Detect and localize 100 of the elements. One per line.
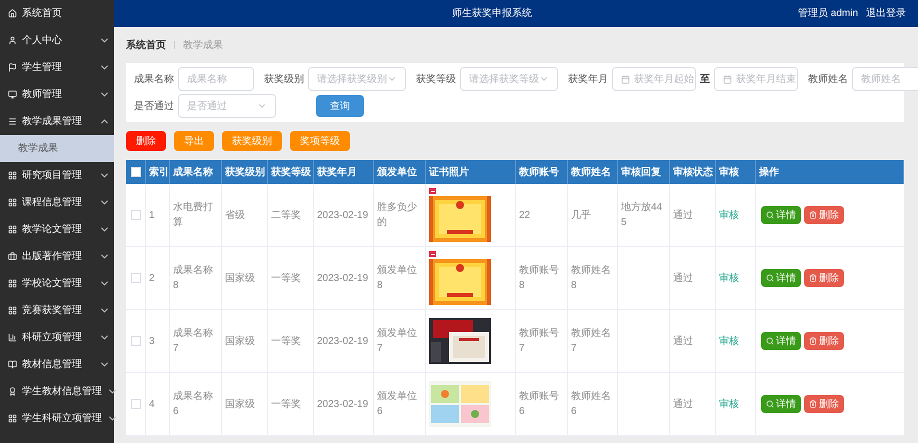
checkbox[interactable] — [130, 167, 140, 177]
checkbox[interactable] — [130, 336, 140, 346]
column-header: 教师账号 — [516, 160, 568, 184]
calendar-icon — [621, 74, 630, 84]
table-cell: 教师账号7 — [516, 310, 568, 372]
trash-icon — [809, 274, 817, 282]
select-field[interactable]: 是否通过 — [178, 94, 276, 118]
table-cell: 国家级 — [222, 247, 268, 309]
table-cell: 胜多负少的 — [374, 184, 426, 246]
table-cell: 通过 — [670, 184, 716, 246]
action-button[interactable]: 奖项等级 — [290, 131, 350, 151]
table-cell: 地方放445 — [618, 184, 670, 246]
table-cell: 一等奖 — [268, 373, 314, 435]
field-label: 成果名称 — [134, 72, 174, 86]
field-label: 教师姓名 — [808, 72, 848, 86]
detail-button[interactable]: 详情 — [761, 269, 801, 287]
trash-icon — [809, 211, 817, 219]
sidebar-item[interactable]: 科研立项管理 — [0, 324, 114, 351]
select-field[interactable]: 请选择获奖等级 — [460, 67, 558, 91]
search-icon — [766, 211, 774, 219]
table-cell: 22 — [516, 184, 568, 246]
detail-button[interactable]: 详情 — [761, 395, 801, 413]
action-button[interactable]: 删除 — [126, 131, 166, 151]
column-header: 获奖级别 — [222, 160, 268, 184]
sidebar-item[interactable]: 竞赛获奖管理 — [0, 297, 114, 324]
input-field[interactable]: 教师姓名 — [852, 67, 918, 91]
delete-button[interactable]: 删除 — [804, 395, 844, 413]
table-cell: 国家级 — [222, 373, 268, 435]
audit-link[interactable]: 审核 — [719, 396, 739, 412]
date-field[interactable]: 获奖年月结束 — [714, 67, 798, 91]
audit-link[interactable]: 审核 — [719, 208, 739, 222]
search-icon — [766, 274, 774, 282]
table-cell: 成果名称6 — [170, 373, 222, 435]
sidebar-item[interactable]: 研究项目管理 — [0, 162, 114, 189]
column-header: 审核 — [716, 160, 756, 184]
checkbox[interactable] — [130, 399, 140, 409]
table-cell: 2023-02-19 — [314, 373, 374, 435]
action-button[interactable]: 获奖级别 — [222, 131, 282, 151]
table-cell: 教师账号8 — [516, 247, 568, 309]
delete-button[interactable]: 删除 — [804, 332, 844, 350]
date-field[interactable]: 获奖年月起始 — [612, 67, 696, 91]
table-cell: 3 — [146, 310, 170, 372]
sidebar-subitem[interactable]: 教学成果 — [0, 135, 114, 162]
column-header: 成果名称 — [170, 160, 222, 184]
column-header: 教师姓名 — [568, 160, 618, 184]
table-cell: 水电费打算 — [170, 184, 222, 246]
checkbox[interactable] — [130, 210, 140, 220]
table-cell: 教师姓名8 — [568, 247, 618, 309]
search-button[interactable]: 查询 — [316, 95, 364, 117]
table-cell: 颁发单位8 — [374, 247, 426, 309]
table-cell: 教师姓名6 — [568, 373, 618, 435]
column-header: 操作 — [756, 160, 904, 184]
detail-button[interactable]: 详情 — [761, 332, 801, 350]
search-icon — [766, 337, 774, 345]
detail-button[interactable]: 详情 — [761, 206, 801, 224]
table-cell: 颁发单位6 — [374, 373, 426, 435]
table-cell: 1 — [146, 184, 170, 246]
sidebar-item[interactable]: 教学成果管理 — [0, 108, 114, 135]
monitor-icon — [8, 90, 17, 99]
chart-icon — [8, 333, 17, 342]
search-icon — [766, 400, 774, 408]
sidebar-item[interactable]: 学校论文管理 — [0, 270, 114, 297]
sidebar-item[interactable]: 学生管理 — [0, 54, 114, 81]
audit-link[interactable]: 审核 — [719, 334, 739, 348]
sidebar-item[interactable]: 学生科研立项管理 — [0, 405, 114, 432]
trash-icon — [809, 400, 817, 408]
delete-button[interactable]: 删除 — [804, 206, 844, 224]
input-field[interactable]: 成果名称 — [178, 67, 254, 91]
table-cell: 通过 — [670, 373, 716, 435]
book-icon — [8, 360, 17, 369]
breadcrumb-item[interactable]: 系统首页 — [126, 38, 166, 52]
sidebar-item[interactable]: 学生教材信息管理 — [0, 378, 114, 405]
sidebar-item[interactable]: 系统首页 — [0, 0, 114, 27]
sidebar-item[interactable]: 教学论文管理 — [0, 216, 114, 243]
table-cell: 省级 — [222, 184, 268, 246]
audit-link[interactable]: 审核 — [719, 270, 739, 286]
sidebar-item[interactable]: 个人中心 — [0, 27, 114, 54]
table-cell: 二等奖 — [268, 184, 314, 246]
column-header: 获奖年月 — [314, 160, 374, 184]
checkbox[interactable] — [130, 273, 140, 283]
briefcase-icon — [8, 252, 17, 261]
sidebar-item[interactable]: 课程信息管理 — [0, 189, 114, 216]
table-cell: 教师账号6 — [516, 373, 568, 435]
table-cell: 通过 — [670, 310, 716, 372]
table-cell: 4 — [146, 373, 170, 435]
select-field[interactable]: 请选择获奖级别 — [308, 67, 406, 91]
sidebar-item[interactable]: 教材信息管理 — [0, 351, 114, 378]
column-header: 证书照片 — [426, 160, 516, 184]
action-button[interactable]: 导出 — [174, 131, 214, 151]
grid-icon — [8, 225, 17, 234]
field-label: 获奖等级 — [416, 72, 456, 86]
column-header: 审核状态 — [670, 160, 716, 184]
sidebar-item[interactable]: 教师管理 — [0, 81, 114, 108]
delete-button[interactable]: 删除 — [804, 269, 844, 287]
range-separator: 至 — [700, 72, 710, 86]
sidebar-item[interactable]: 出版著作管理 — [0, 243, 114, 270]
column-header: 颁发单位 — [374, 160, 426, 184]
system-title: 师生获奖申报系统 — [450, 6, 533, 21]
home-icon — [8, 9, 17, 18]
logout-link[interactable]: 退出登录 — [866, 6, 906, 21]
